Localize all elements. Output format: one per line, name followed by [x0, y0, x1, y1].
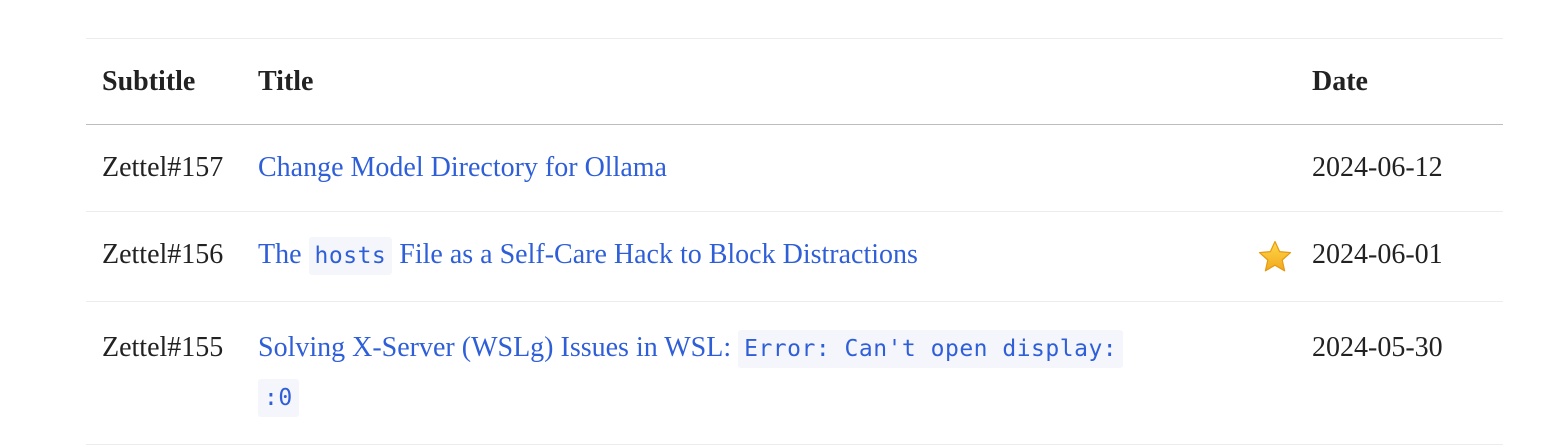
- title-text: The: [258, 239, 302, 270]
- row-star: [1238, 302, 1312, 346]
- row-title: Change Model Directory for Ollama: [258, 125, 1238, 211]
- header-title: Title: [258, 65, 314, 97]
- star-icon: [1258, 240, 1292, 271]
- row-title: Solving X-Server (WSLg) Issues in WSL: E…: [258, 302, 1238, 444]
- title-link[interactable]: Change Model Directory for Ollama: [258, 152, 667, 183]
- header-subtitle: Subtitle: [102, 65, 196, 97]
- row-subtitle: Zettel#155: [102, 331, 224, 363]
- row-title: The hosts File as a Self-Care Hack to Bl…: [258, 212, 1238, 299]
- title-code: hosts: [308, 237, 393, 275]
- row-star: [1238, 212, 1312, 301]
- title-text: File as a Self-Care Hack to Block Distra…: [399, 239, 918, 270]
- title-link[interactable]: Solving X-Server (WSLg) Issues in WSL: E…: [258, 329, 1124, 417]
- row-date: 2024-06-12: [1312, 152, 1443, 183]
- title-code: :0: [258, 378, 299, 417]
- title-code: Error: Can't open display:: [738, 329, 1124, 368]
- table-row: Zettel#155 Solving X-Server (WSLg) Issue…: [86, 302, 1503, 445]
- row-date: 2024-06-01: [1312, 239, 1443, 270]
- table-header: Subtitle Title Date: [86, 39, 1503, 125]
- row-star: [1238, 125, 1312, 177]
- title-link[interactable]: The hosts File as a Self-Care Hack to Bl…: [258, 237, 918, 275]
- title-text: Solving X-Server (WSLg) Issues in WSL:: [258, 331, 732, 363]
- header-date: Date: [1312, 65, 1368, 97]
- row-date: 2024-05-30: [1312, 331, 1443, 363]
- zettel-table: Subtitle Title Date Zettel#157 Change Mo…: [86, 38, 1503, 445]
- row-subtitle: Zettel#157: [102, 152, 224, 183]
- table-row: Zettel#157 Change Model Directory for Ol…: [86, 125, 1503, 212]
- table-row: Zettel#156 The hosts File as a Self-Care…: [86, 212, 1503, 302]
- row-subtitle: Zettel#156: [102, 239, 224, 270]
